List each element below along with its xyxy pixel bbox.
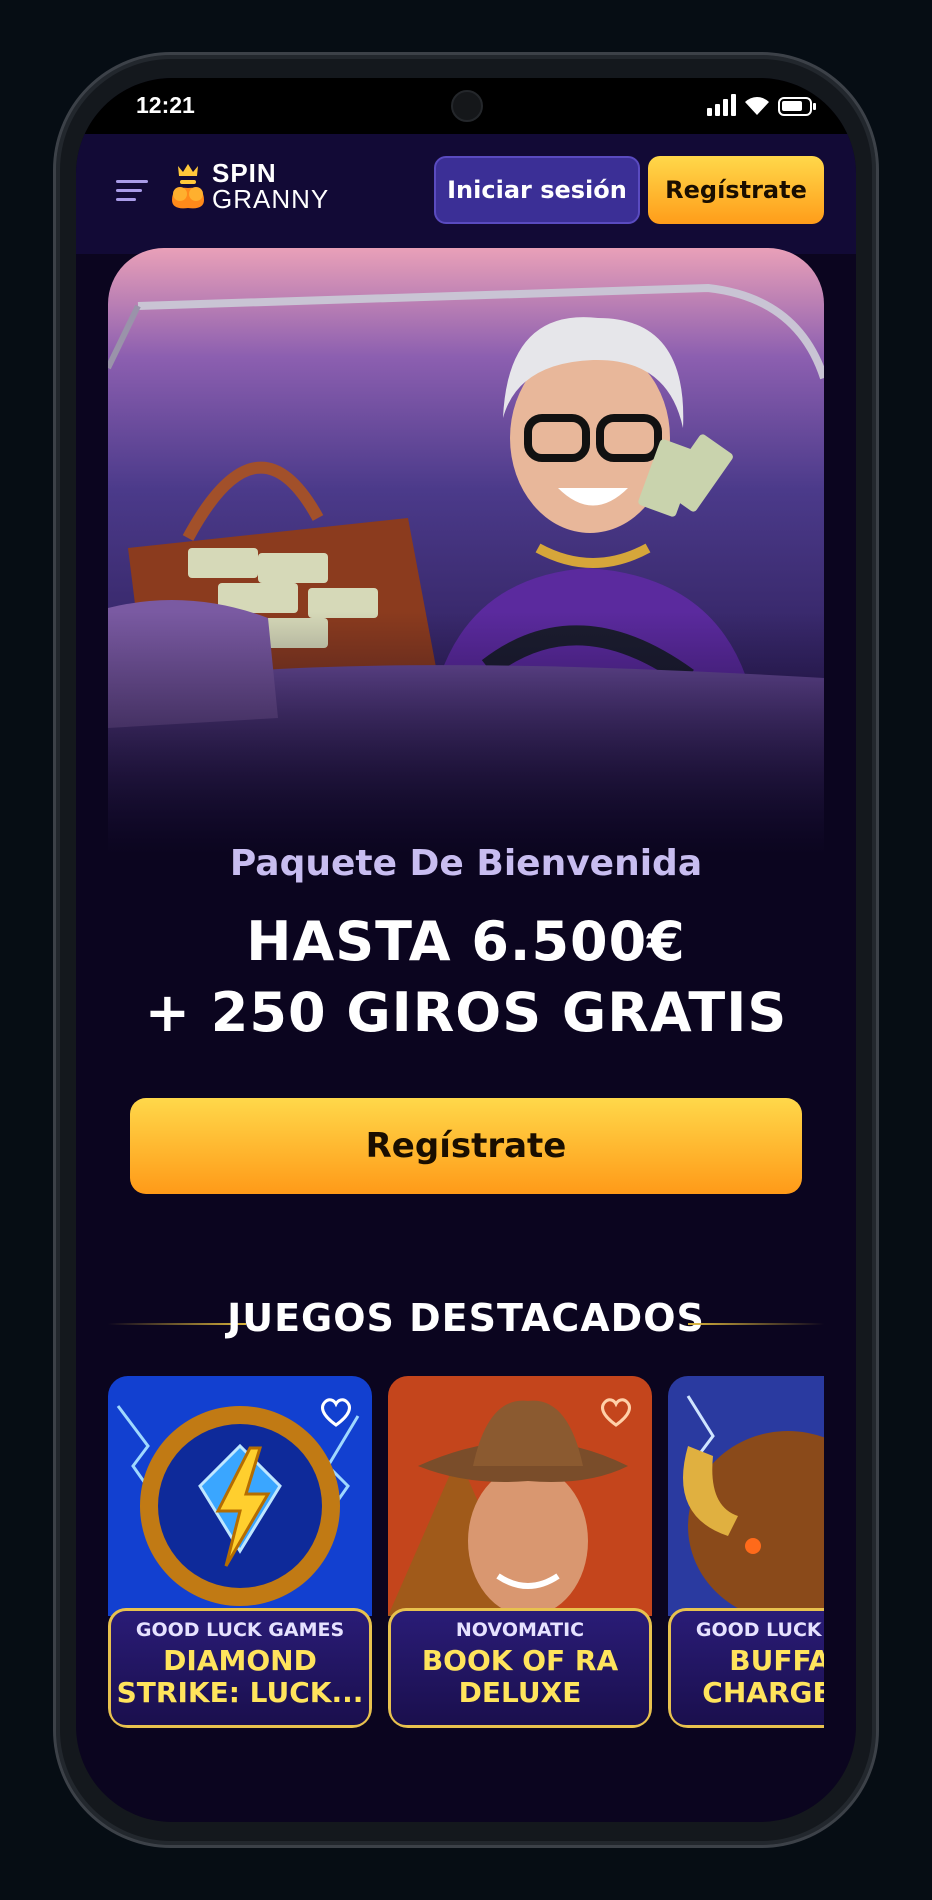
- next-section-heading-cutoff: [226, 1804, 706, 1822]
- wifi-icon: [745, 97, 769, 115]
- logo-text: SPIN GRANNY: [212, 160, 329, 212]
- favorite-heart-icon[interactable]: [318, 1396, 354, 1428]
- featured-games-carousel[interactable]: GOOD LUCK GAMES DIAMOND STRIKE: LUCK... …: [108, 1376, 824, 1728]
- logo-line-spin: SPIN: [212, 158, 277, 188]
- promo-subtitle: Paquete De Bienvenida: [229, 843, 703, 884]
- login-button[interactable]: Iniciar sesión: [434, 156, 640, 224]
- register-button-header[interactable]: Regístrate: [648, 156, 824, 224]
- hamburger-menu-icon[interactable]: [116, 180, 148, 202]
- game-caption: NOVOMATIC BOOK OF RA DELUXE: [388, 1608, 652, 1728]
- game-card[interactable]: GOOD LUCK GAMES BUFFALO CHARGE &...: [668, 1376, 824, 1728]
- game-title: BUFFALO CHARGE &...: [702, 1644, 824, 1709]
- status-time: 12:21: [136, 92, 195, 118]
- status-bar: 12:21: [76, 78, 856, 134]
- granny-logo-icon: [172, 164, 204, 209]
- logo-line-granny: GRANNY: [212, 184, 330, 214]
- signal-icon: [707, 94, 736, 116]
- game-title: DIAMOND STRIKE: LUCK...: [116, 1644, 364, 1709]
- section-divider-right: [688, 1323, 824, 1325]
- game-caption: GOOD LUCK GAMES BUFFALO CHARGE &...: [668, 1608, 824, 1728]
- favorite-heart-icon[interactable]: [598, 1396, 634, 1428]
- site-header: SPIN GRANNY Iniciar sesión Regístrate: [76, 134, 856, 254]
- featured-games-title: JUEGOS DESTACADOS: [227, 1296, 705, 1340]
- game-caption: GOOD LUCK GAMES DIAMOND STRIKE: LUCK...: [108, 1608, 372, 1728]
- game-provider: GOOD LUCK GAMES: [695, 1619, 824, 1641]
- hero-banner-image: [108, 248, 824, 854]
- status-icons: [707, 94, 816, 116]
- promo-headline-amount: HASTA 6.500€: [246, 910, 686, 973]
- front-camera: [451, 90, 483, 122]
- game-provider: GOOD LUCK GAMES: [135, 1619, 345, 1641]
- spin-granny-logo[interactable]: SPIN GRANNY: [170, 158, 329, 214]
- game-thumbnail: [668, 1376, 824, 1616]
- game-provider: NOVOMATIC: [455, 1619, 585, 1641]
- screen: 12:21 SPIN GRANNY Iniciar sesión Regístr…: [76, 78, 856, 1822]
- game-title: BOOK OF RA DELUXE: [421, 1644, 619, 1709]
- battery-icon: [778, 97, 816, 116]
- game-card[interactable]: GOOD LUCK GAMES DIAMOND STRIKE: LUCK...: [108, 1376, 372, 1728]
- register-cta-button[interactable]: Regístrate: [130, 1098, 802, 1194]
- promo-headline-spins: + 250 GIROS GRATIS: [144, 981, 788, 1044]
- game-card[interactable]: NOVOMATIC BOOK OF RA DELUXE: [388, 1376, 652, 1728]
